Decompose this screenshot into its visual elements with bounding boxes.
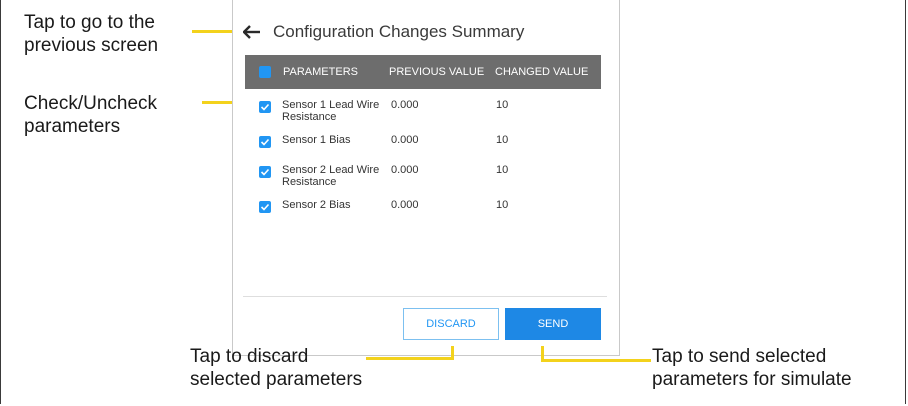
arrow-left-icon[interactable] <box>241 22 263 42</box>
discard-button[interactable]: DISCARD <box>403 308 499 340</box>
table-header: PARAMETERS PREVIOUS VALUE CHANGED VALUE <box>245 55 601 89</box>
leader-line-discard-v <box>451 346 454 360</box>
row-checkbox[interactable] <box>259 166 271 178</box>
leader-line-send-h <box>541 359 651 362</box>
send-button[interactable]: SEND <box>505 308 601 340</box>
column-header-changed-value: CHANGED VALUE <box>495 66 589 78</box>
previous-value: 0.000 <box>391 134 419 146</box>
screen-header: Configuration Changes Summary <box>241 20 524 44</box>
row-checkbox[interactable] <box>259 136 271 148</box>
previous-value: 0.000 <box>391 99 419 111</box>
table-row: Sensor 2 Bias 0.000 10 <box>245 195 601 229</box>
annotation-check-line1: Check/Uncheck <box>24 93 158 114</box>
leader-line-discard-h <box>366 357 454 360</box>
app-screen: Configuration Changes Summary PARAMETERS… <box>232 0 620 356</box>
annotation-send: Tap to send selected parameters for simu… <box>652 345 852 391</box>
changed-value: 10 <box>496 99 509 111</box>
previous-value: 0.000 <box>391 164 419 176</box>
table-row: Sensor 1 Bias 0.000 10 <box>245 130 601 164</box>
annotation-send-line1: Tap to send selected <box>652 346 827 367</box>
annotation-discard-line1: Tap to discard <box>190 346 309 367</box>
annotation-send-line2: parameters for simulate <box>652 369 852 390</box>
annotation-back: Tap to go to the previous screen <box>24 11 158 57</box>
footer-divider <box>243 296 607 297</box>
table-row: Sensor 2 Lead Wire Resistance 0.000 10 <box>245 160 601 194</box>
parameter-name: Sensor 1 Bias <box>282 134 351 146</box>
page-title: Configuration Changes Summary <box>273 22 525 41</box>
changed-value: 10 <box>496 199 509 211</box>
leader-line-back <box>192 30 236 33</box>
changed-value: 10 <box>496 134 509 146</box>
annotation-back-line1: Tap to go to the <box>24 12 155 33</box>
previous-value: 0.000 <box>391 199 419 211</box>
row-checkbox[interactable] <box>259 101 271 113</box>
changed-value: 10 <box>496 164 509 176</box>
parameter-name: Sensor 2 Bias <box>282 199 351 211</box>
row-checkbox[interactable] <box>259 201 271 213</box>
annotation-discard-line2: selected parameters <box>190 369 363 390</box>
annotation-check: Check/Uncheck parameters <box>24 92 157 138</box>
annotation-back-line2: previous screen <box>24 35 159 56</box>
parameter-name: Sensor 2 Lead Wire Resistance <box>282 164 380 188</box>
annotation-check-line2: parameters <box>24 116 121 137</box>
column-header-previous-value: PREVIOUS VALUE <box>389 66 485 78</box>
select-all-checkbox[interactable] <box>259 66 271 78</box>
table-row: Sensor 1 Lead Wire Resistance 0.000 10 <box>245 95 601 129</box>
column-header-parameters: PARAMETERS <box>283 66 358 78</box>
annotation-discard: Tap to discard selected parameters <box>190 345 362 391</box>
parameter-name: Sensor 1 Lead Wire Resistance <box>282 99 380 123</box>
